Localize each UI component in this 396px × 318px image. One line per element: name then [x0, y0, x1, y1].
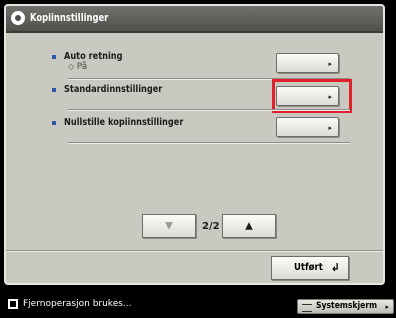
system-monitor-label: Systemskjerm: [316, 301, 378, 311]
bullet-icon: [52, 121, 56, 125]
divider: [68, 109, 350, 111]
highlight-box: [272, 79, 352, 113]
setting-label-standard-settings: Standardinnstillinger: [64, 84, 163, 95]
divider: [68, 142, 350, 144]
remote-operation-icon: [8, 299, 18, 309]
page-indicator: 2/2: [202, 221, 220, 232]
arrow-right-icon: ▸: [328, 60, 332, 68]
arrow-up-icon: ▲: [245, 220, 253, 232]
system-monitor-icon: [302, 304, 312, 312]
setting-value-marker-icon: ◇: [68, 62, 77, 71]
setting-label-auto-direction: Auto retning: [64, 51, 123, 62]
screen: Kopiinnstillinger Auto retning ◇ På ▸ St…: [0, 0, 396, 318]
bullet-icon: [52, 55, 56, 59]
status-bar: Fjernoperasjon brukes...: [8, 299, 132, 310]
window-title: Kopiinnstillinger: [30, 11, 109, 24]
title-bar: Kopiinnstillinger: [6, 6, 383, 33]
reset-copy-settings-button[interactable]: ▸: [276, 117, 339, 137]
system-monitor-button[interactable]: Systemskjerm ▸: [297, 299, 394, 314]
done-button[interactable]: Utført ↲: [271, 256, 349, 280]
arrow-right-icon: ▸: [328, 124, 332, 132]
done-label: Utført: [294, 262, 323, 273]
return-icon: ↲: [330, 261, 340, 274]
setting-label-reset-copy-settings: Nullstille kopiinnstillinger: [64, 117, 184, 128]
auto-direction-button[interactable]: ▸: [276, 53, 339, 73]
status-message: Fjernoperasjon brukes...: [23, 299, 132, 309]
settings-icon: [11, 11, 25, 25]
arrow-down-icon: ▼: [165, 220, 173, 232]
settings-panel: Kopiinnstillinger Auto retning ◇ På ▸ St…: [4, 4, 385, 285]
page-prev-button[interactable]: ▼: [142, 214, 196, 238]
arrow-right-icon: ▸: [385, 303, 389, 311]
page-next-button[interactable]: ▲: [222, 214, 276, 238]
divider: [6, 250, 383, 252]
setting-value-auto-direction: ◇ På: [68, 62, 88, 72]
bullet-icon: [52, 88, 56, 92]
